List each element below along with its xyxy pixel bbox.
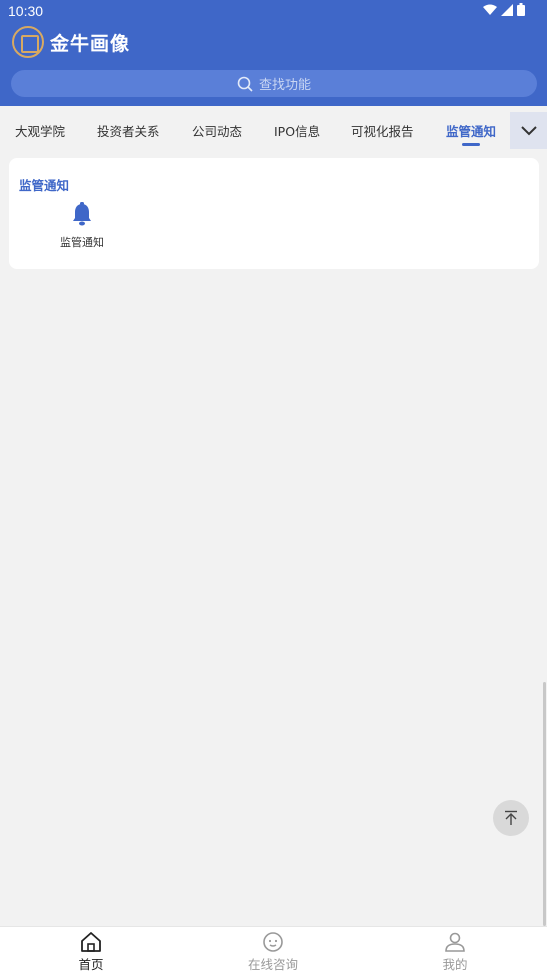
signal-icon [501,3,513,20]
nav-online-consult-label: 在线咨询 [247,957,298,972]
status-time: 10:30 [8,3,44,19]
function-item-regulatory-notice[interactable]: 监管通知 [53,202,111,250]
search-icon [237,76,253,92]
active-tab-indicator [462,143,480,146]
nav-home-label: 首页 [78,957,104,972]
tab-visual-report[interactable]: 可视化报告 [351,121,414,140]
tab-ipo-info[interactable]: IPO信息 [274,121,320,140]
function-item-label: 监管通知 [60,236,104,249]
chat-icon [263,932,283,952]
nav-mine-label: 我的 [442,957,468,972]
search-placeholder: 查找功能 [258,78,311,93]
back-to-top-button[interactable] [493,800,529,836]
app-header: 10:30 金牛画像 查找功能 [0,0,547,106]
category-tabs: 大观学院 投资者关系 公司动态 IPO信息 可视化报告 监管通知 [0,108,547,150]
user-icon [445,932,465,952]
bell-icon [73,202,91,226]
home-icon [81,932,101,952]
app-name: 金牛画像 [50,32,131,55]
tab-company-news[interactable]: 公司动态 [192,121,242,140]
status-bar: 10:30 [0,0,547,22]
tab-dagguan-academy[interactable]: 大观学院 [15,121,65,140]
search-input[interactable]: 查找功能 [11,70,537,97]
tab-investor-relations[interactable]: 投资者关系 [97,121,160,140]
nav-mine[interactable]: 我的 [420,931,490,972]
bottom-navigation: 首页 在线咨询 我的 [0,926,547,972]
nav-home[interactable]: 首页 [56,931,126,972]
status-icons [483,3,525,20]
brand: 金牛画像 [12,26,130,58]
tab-regulatory-notice[interactable]: 监管通知 [446,121,496,140]
section-title: 监管通知 [19,178,70,193]
nav-online-consult[interactable]: 在线咨询 [238,931,308,972]
section-card: 监管通知 监管通知 [9,158,539,269]
wifi-icon [483,4,497,20]
chevron-down-icon [520,125,537,135]
back-to-top-icon [505,810,517,825]
scrollbar[interactable] [543,682,546,926]
battery-icon [517,3,525,20]
tab-expand-button[interactable] [510,112,547,149]
app-logo-icon [12,26,44,58]
